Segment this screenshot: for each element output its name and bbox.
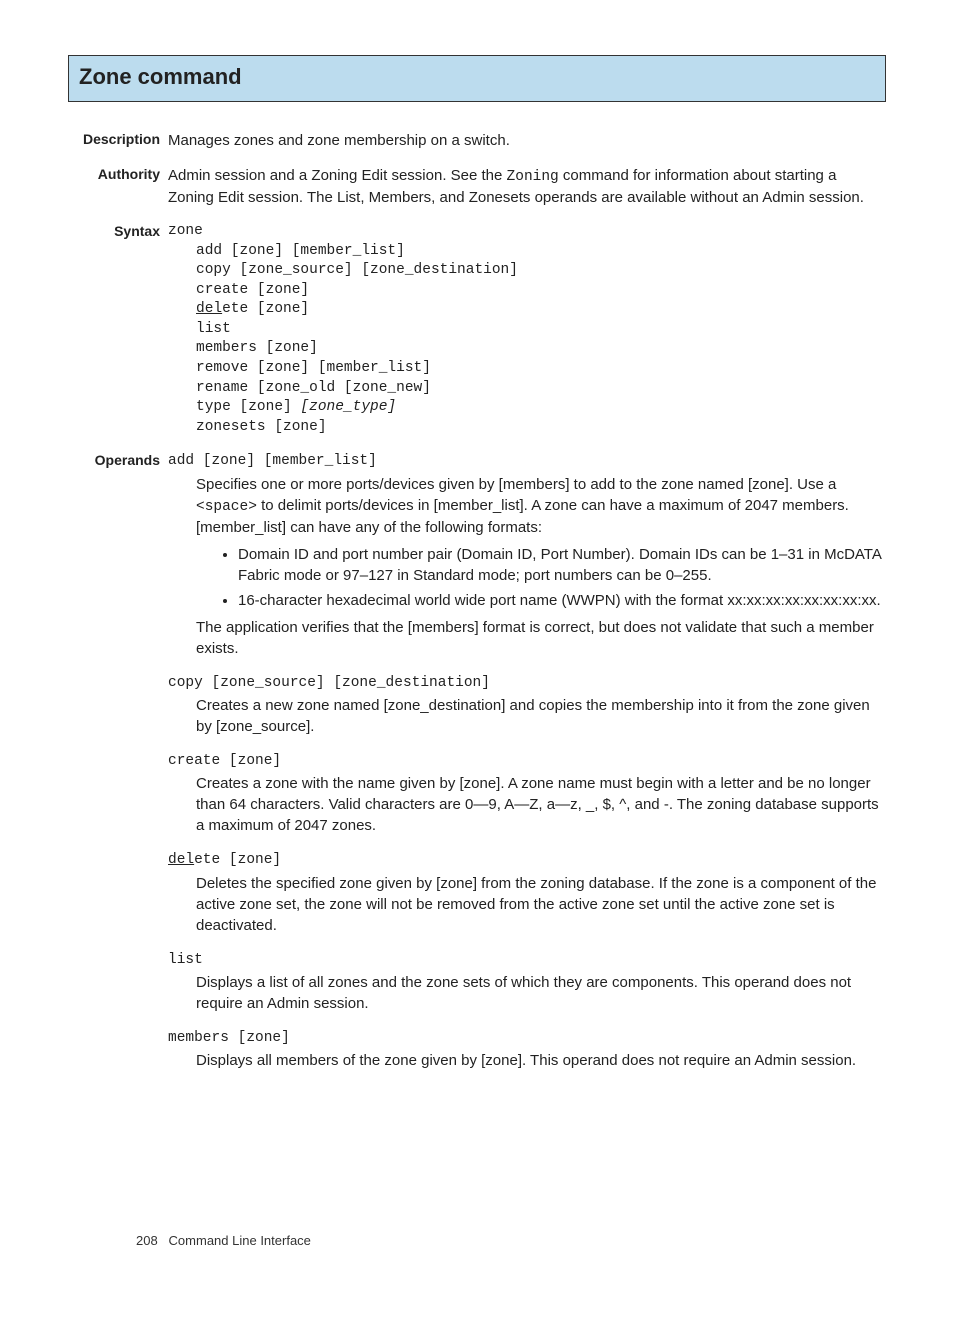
operands-row: Operands add [zone] [member_list] Specif… xyxy=(68,451,886,1085)
operand-members: members [zone] Displays all members of t… xyxy=(168,1028,886,1071)
authority-cmd: Zoning xyxy=(507,169,559,185)
operand-list: list Displays a list of all zones and th… xyxy=(168,950,886,1014)
operand-delete-head: delete [zone] xyxy=(168,850,886,870)
operand-add: add [zone] [member_list] Specifies one o… xyxy=(168,451,886,659)
operand-members-desc: Displays all members of the zone given b… xyxy=(168,1050,886,1071)
description-text: Manages zones and zone membership on a s… xyxy=(168,130,886,151)
authority-pre: Admin session and a Zoning Edit session.… xyxy=(168,167,507,184)
authority-text: Admin session and a Zoning Edit session.… xyxy=(168,165,886,208)
operands-label: Operands xyxy=(68,451,168,1085)
operand-add-head: add [zone] [member_list] xyxy=(168,451,886,471)
operand-copy-desc: Creates a new zone named [zone_destinati… xyxy=(168,695,886,737)
syntax-type-pre: type [zone] xyxy=(196,399,300,415)
page-number: 208 xyxy=(136,1233,158,1248)
delete-rest: ete [zone] xyxy=(194,852,281,868)
operands-body: add [zone] [member_list] Specifies one o… xyxy=(168,451,886,1085)
operand-members-head: members [zone] xyxy=(168,1028,886,1048)
syntax-lines-mid: list members [zone] remove [zone] [membe… xyxy=(196,321,431,396)
operand-copy-head: copy [zone_source] [zone_destination] xyxy=(168,673,886,693)
syntax-body: zone add [zone] [member_list] copy [zone… xyxy=(168,222,886,437)
operand-copy: copy [zone_source] [zone_destination] Cr… xyxy=(168,673,886,737)
page-title: Zone command xyxy=(79,62,875,93)
syntax-keyword: zone xyxy=(168,223,203,239)
operand-delete-desc: Deletes the specified zone given by [zon… xyxy=(168,873,886,936)
authority-row: Authority Admin session and a Zoning Edi… xyxy=(68,165,886,208)
delete-ul: del xyxy=(168,852,194,868)
footer-text: Command Line Interface xyxy=(169,1233,311,1248)
syntax-lines-pre: add [zone] [member_list] copy [zone_sour… xyxy=(196,243,518,298)
add-bullet-1: Domain ID and port number pair (Domain I… xyxy=(238,544,886,586)
operand-create-head: create [zone] xyxy=(168,751,886,771)
add-bullets: Domain ID and port number pair (Domain I… xyxy=(196,544,886,611)
operand-create: create [zone] Creates a zone with the na… xyxy=(168,751,886,836)
description-row: Description Manages zones and zone membe… xyxy=(68,130,886,151)
syntax-lines-post: zonesets [zone] xyxy=(196,419,327,435)
syntax-type-italic: [zone_type] xyxy=(300,399,396,415)
operand-add-desc: Specifies one or more ports/devices give… xyxy=(168,474,886,659)
operand-delete: delete [zone] Deletes the specified zone… xyxy=(168,850,886,935)
authority-label: Authority xyxy=(68,165,168,208)
title-bar: Zone command xyxy=(68,55,886,102)
add-bullet-2: 16-character hexadecimal world wide port… xyxy=(238,590,886,611)
operand-list-desc: Displays a list of all zones and the zon… xyxy=(168,972,886,1014)
syntax-del-rest: ete [zone] xyxy=(222,301,309,317)
description-label: Description xyxy=(68,130,168,151)
syntax-label: Syntax xyxy=(68,222,168,437)
add-p1c: to delimit ports/devices in [member_list… xyxy=(196,497,849,536)
add-p1a: Specifies one or more ports/devices give… xyxy=(196,476,836,493)
add-p2: The application verifies that the [membe… xyxy=(196,617,886,659)
syntax-row: Syntax zone add [zone] [member_list] cop… xyxy=(68,222,886,437)
syntax-del-ul: del xyxy=(196,301,222,317)
operand-create-desc: Creates a zone with the name given by [z… xyxy=(168,773,886,836)
add-p1b: <space> xyxy=(196,499,257,515)
operand-list-head: list xyxy=(168,950,886,970)
